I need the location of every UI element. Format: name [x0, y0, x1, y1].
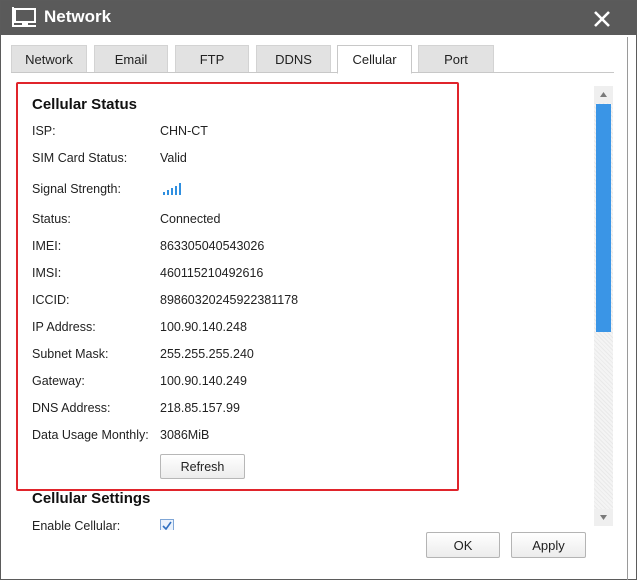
network-dialog: Network Network Email FTP DDNS Cellular …: [0, 0, 637, 580]
window-title: Network: [44, 7, 112, 26]
imei-value: 863305040543026: [160, 239, 265, 253]
settings-scroll-area[interactable]: Cellular Status ISP: CHN-CT SIM Card Sta…: [11, 73, 591, 530]
tab-port[interactable]: Port: [418, 45, 494, 73]
tab-email[interactable]: Email: [94, 45, 168, 73]
cellular-settings-title: Cellular Settings: [32, 490, 151, 507]
data-usage-monthly-label: Data Usage Monthly:: [32, 428, 149, 442]
triangle-down-icon: [600, 515, 607, 520]
isp-value: CHN-CT: [160, 124, 208, 138]
iccid-value: 89860320245922381178: [160, 293, 299, 307]
apply-button[interactable]: Apply: [511, 532, 586, 558]
cellular-status-title: Cellular Status: [32, 96, 138, 113]
cellular-tab-panel: Cellular Status ISP: CHN-CT SIM Card Sta…: [11, 72, 614, 530]
data-usage-monthly-value: 3086MiB: [160, 428, 210, 442]
title-bar: Network: [1, 1, 636, 35]
signal-strength-label: Signal Strength:: [32, 182, 121, 196]
refresh-button[interactable]: Refresh: [160, 454, 245, 479]
status-value: Connected: [160, 212, 221, 226]
dns-address-value: 218.85.157.99: [160, 401, 240, 415]
enable-cellular-label: Enable Cellular:: [32, 519, 121, 530]
checkmark-icon: [162, 521, 172, 530]
iccid-label: ICCID:: [32, 293, 70, 307]
background-window-edge: [627, 37, 628, 580]
dns-address-label: DNS Address:: [32, 401, 111, 415]
vertical-scrollbar[interactable]: [594, 86, 613, 526]
tab-ftp[interactable]: FTP: [175, 45, 249, 73]
enable-cellular-checkbox[interactable]: [160, 519, 174, 530]
isp-label: ISP:: [32, 124, 56, 138]
gateway-value: 100.90.140.249: [160, 374, 247, 388]
status-label: Status:: [32, 212, 71, 226]
imei-label: IMEI:: [32, 239, 62, 253]
scroll-up-arrow[interactable]: [594, 86, 613, 103]
subnet-mask-value: 255.255.255.240: [160, 347, 254, 361]
network-monitor-icon: [12, 7, 36, 27]
imsi-label: IMSI:: [32, 266, 62, 280]
scroll-thumb[interactable]: [596, 104, 611, 332]
tab-ddns[interactable]: DDNS: [256, 45, 331, 73]
signal-bars-icon: [163, 183, 181, 195]
imsi-value: 460115210492616: [160, 266, 264, 280]
ok-button[interactable]: OK: [426, 532, 500, 558]
sim-card-status-value: Valid: [160, 151, 187, 165]
tab-network[interactable]: Network: [11, 45, 87, 73]
ip-address-label: IP Address:: [32, 320, 96, 334]
gateway-label: Gateway:: [32, 374, 85, 388]
triangle-up-icon: [600, 92, 607, 97]
sim-card-status-label: SIM Card Status:: [32, 151, 128, 165]
subnet-mask-label: Subnet Mask:: [32, 347, 109, 361]
close-icon[interactable]: [590, 7, 614, 31]
ip-address-value: 100.90.140.248: [160, 320, 247, 334]
tab-cellular[interactable]: Cellular: [337, 45, 412, 74]
scroll-down-arrow[interactable]: [594, 509, 613, 526]
